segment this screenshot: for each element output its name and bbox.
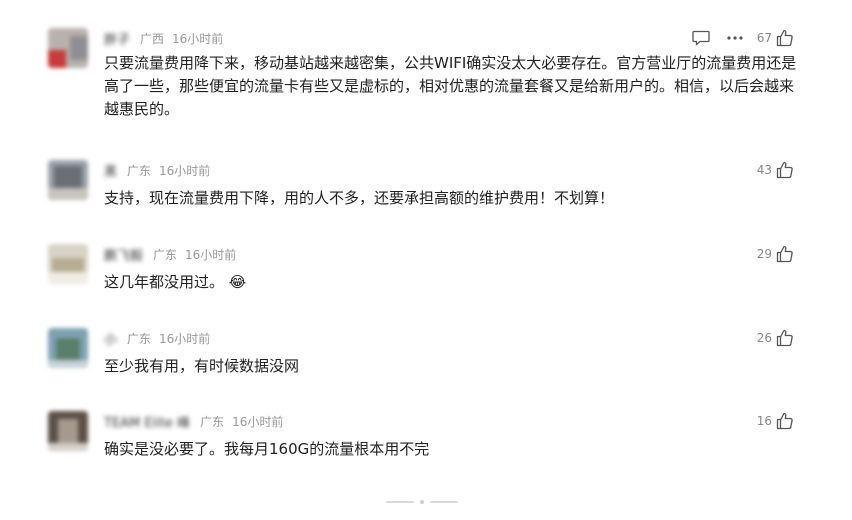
like-count: 16 (756, 414, 772, 428)
comment-text: 确实是没必要了。我每月160G的流量根本用不完 (104, 440, 430, 458)
user-region: 广东 (127, 331, 152, 346)
like-count: 67 (756, 31, 772, 45)
comment-actions: 43 (757, 160, 794, 180)
comment-text-body: 这几年都没用过。 (104, 273, 225, 291)
comment-time: 16小时前 (159, 331, 211, 346)
comment-time: 16小时前 (185, 247, 237, 262)
like-count: 29 (756, 247, 772, 261)
avatar-image (48, 411, 88, 451)
user-region: 广西 (140, 31, 165, 46)
avatar[interactable] (48, 244, 88, 284)
thumbs-up-icon (776, 412, 793, 430)
user-name[interactable]: 小 (104, 329, 117, 348)
avatar[interactable] (48, 160, 88, 200)
thumbs-up-icon (776, 329, 793, 347)
avatar[interactable] (48, 328, 88, 368)
avatar-image (48, 160, 88, 200)
thumbs-up-icon (776, 29, 793, 47)
like-button[interactable]: 16 (757, 412, 794, 430)
comment-text: 至少我有用，有时候数据没网 (104, 357, 300, 375)
more-button[interactable] (723, 28, 747, 48)
like-count: 26 (756, 331, 772, 345)
like-button[interactable]: 43 (757, 161, 794, 179)
comment-text: 只要流量费用降下来，移动基站越来越密集，公共WIFI确实没太大必要存在。官方营业… (104, 54, 797, 118)
like-count: 43 (756, 163, 772, 177)
pager-bar (386, 501, 414, 503)
comment-actions: 29 (757, 244, 794, 264)
laughing-emoji-icon: 😂 (228, 273, 247, 291)
more-dots-icon (727, 36, 743, 40)
user-name[interactable]: 胖子 (104, 29, 130, 48)
avatar[interactable] (48, 411, 88, 451)
like-button[interactable]: 29 (757, 245, 794, 263)
thumbs-up-icon (776, 161, 793, 179)
comment-time: 16小时前 (159, 163, 211, 178)
user-region: 广东 (200, 414, 225, 429)
pager-bar (430, 501, 458, 503)
user-name[interactable]: 黑 (104, 161, 117, 180)
comment-meta: 小 广东 16小时前 (104, 328, 218, 348)
comment-time: 16小时前 (232, 414, 284, 429)
comment-meta: TEAM Elite 峰 广东 16小时前 (104, 411, 291, 431)
thumbs-up-icon (776, 245, 793, 263)
comment-actions: 16 (757, 411, 794, 431)
avatar-image (48, 244, 88, 284)
comment-time: 16小时前 (172, 31, 224, 46)
user-region: 广东 (127, 163, 152, 178)
comment-meta: 黑 广东 16小时前 (104, 160, 218, 180)
avatar-image (48, 328, 88, 368)
comment-meta: 胖子 广西 16小时前 (104, 28, 231, 48)
pagination-indicator (386, 499, 466, 505)
comment-meta: 鹏飞毅 广东 16小时前 (104, 244, 244, 264)
chat-bubble-icon (692, 30, 710, 46)
like-button[interactable]: 67 (757, 29, 794, 47)
reply-button[interactable] (689, 28, 713, 48)
avatar-image (48, 28, 88, 68)
comment-text: 这几年都没用过。 😂 (104, 271, 804, 294)
comment-text: 支持，现在流量费用下降，用的人不多，还要承担高额的维护费用！不划算！ (104, 189, 615, 207)
like-button[interactable]: 26 (757, 329, 794, 347)
avatar[interactable] (48, 28, 88, 68)
comment-actions: 26 (757, 328, 794, 348)
user-name[interactable]: 鹏飞毅 (104, 245, 143, 264)
user-name[interactable]: TEAM Elite 峰 (104, 412, 190, 431)
comment-actions: 67 (689, 28, 794, 48)
pager-dot (420, 500, 424, 504)
user-region: 广东 (153, 247, 178, 262)
